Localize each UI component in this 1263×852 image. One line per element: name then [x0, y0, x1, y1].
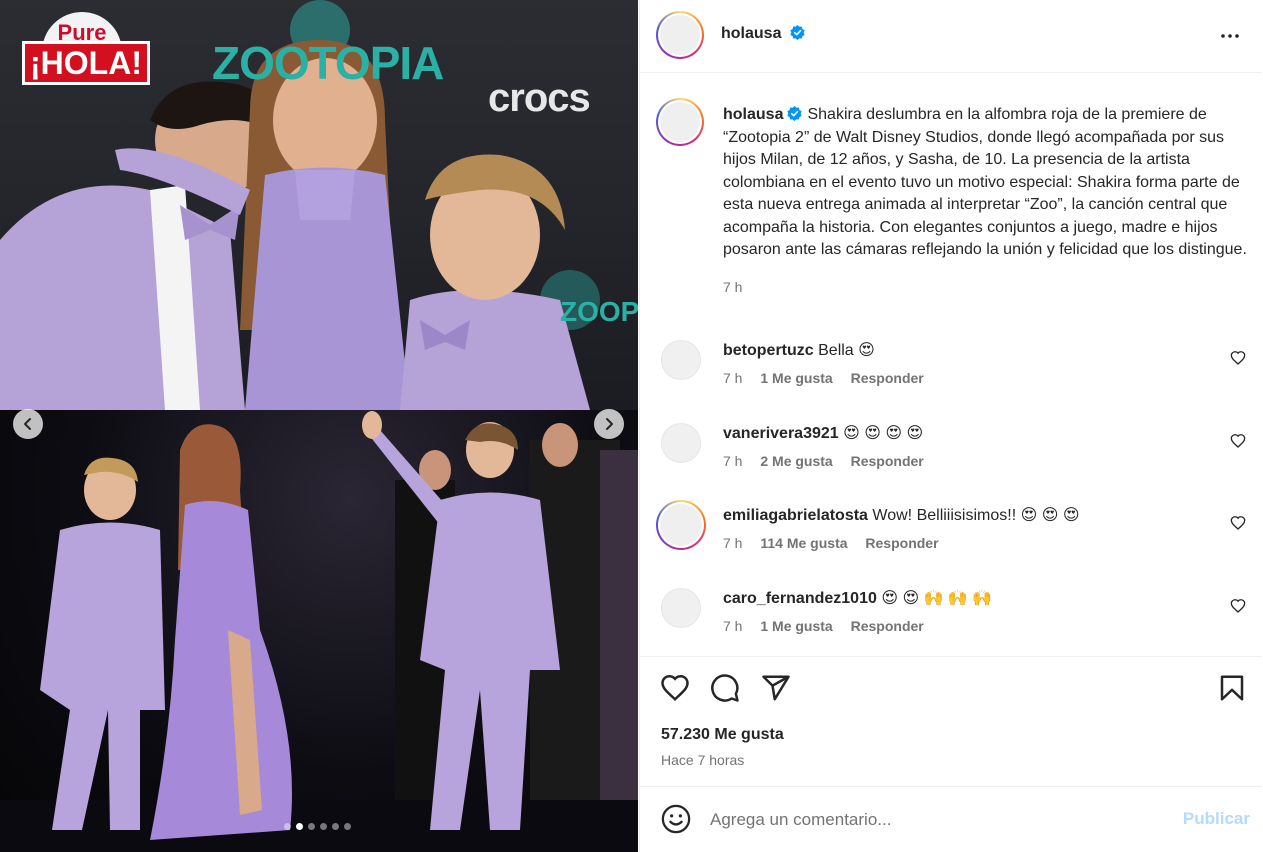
carousel-dot: [284, 823, 291, 830]
comment-text-line: emiliagabrielatosta Wow! Belliiisisimos!…: [723, 505, 1080, 525]
comment-meta: 7 h 1 Me gusta Responder: [723, 370, 924, 386]
comment-avatar[interactable]: [661, 340, 701, 380]
caption-time: 7 h: [723, 278, 743, 295]
carousel-next-button[interactable]: [594, 409, 624, 439]
comment-meta: 7 h 1 Me gusta Responder: [723, 618, 924, 634]
comment-text: Wow! Belliiisisimos!! 😍 😍 😍: [872, 507, 1080, 524]
publish-button[interactable]: Publicar: [1180, 809, 1250, 829]
post-sidebar: holausa holausa Shakira deslumbra en la …: [639, 0, 1263, 852]
reply-button[interactable]: Responder: [865, 535, 938, 551]
comment-item: vanerivera3921 😍 😍 😍 😍 7 h 2 Me gusta Re…: [640, 423, 1262, 483]
more-options-icon[interactable]: [1218, 24, 1242, 48]
comment-text-line: betopertuzc Bella 😍: [723, 340, 875, 360]
crocs-backdrop-text: crocs: [488, 76, 591, 120]
add-comment-bar: Publicar: [640, 786, 1262, 852]
stage-illustration: [0, 411, 638, 852]
caption-text: Shakira deslumbra en la alfombra roja de…: [723, 106, 1247, 258]
comment-avatar[interactable]: [661, 423, 701, 463]
comment-time: 7 h: [723, 370, 743, 386]
bookmark-icon[interactable]: [1217, 673, 1247, 703]
comment-item: emiliagabrielatosta Wow! Belliiisisimos!…: [640, 500, 1262, 565]
heart-icon[interactable]: [1230, 598, 1246, 614]
share-send-icon[interactable]: [761, 673, 791, 703]
carousel-dots: [284, 823, 351, 830]
caption-username[interactable]: holausa: [723, 106, 783, 123]
comment-time: 7 h: [723, 618, 743, 634]
comment-username[interactable]: caro_fernandez1010: [723, 590, 877, 607]
carousel-dot: [308, 823, 315, 830]
comment-item: caro_fernandez1010 😍 😍 🙌 🙌 🙌 7 h 1 Me gu…: [640, 588, 1262, 648]
comment-input[interactable]: [710, 803, 1150, 837]
post-media[interactable]: Pure ¡HOLA! ZOOTOPIA crocs ZOOPIA: [0, 0, 638, 852]
emoji-icon[interactable]: [661, 804, 691, 834]
carousel-prev-button[interactable]: [13, 409, 43, 439]
header-username[interactable]: holausa: [721, 25, 781, 42]
comment-meta: 7 h 114 Me gusta Responder: [723, 535, 939, 551]
hola-logo: Pure ¡HOLA!: [22, 8, 152, 86]
caption-meta: 7 h: [723, 276, 1248, 299]
heart-icon[interactable]: [1230, 350, 1246, 366]
comment-username[interactable]: vanerivera3921: [723, 425, 839, 442]
chevron-left-icon: [24, 418, 31, 430]
verified-badge-icon: [790, 25, 805, 40]
zootopia-backdrop-text: ZOOTOPIA: [212, 37, 444, 89]
chevron-right-icon: [606, 418, 613, 430]
header-avatar[interactable]: [656, 11, 704, 59]
comment-likes[interactable]: 114 Me gusta: [760, 535, 847, 551]
reply-button[interactable]: Responder: [851, 618, 924, 634]
post-caption: holausa Shakira deslumbra en la alfombra…: [723, 104, 1248, 298]
post-actions: 57.230 Me gusta Hace 7 horas: [640, 656, 1262, 786]
verified-badge-icon: [787, 106, 803, 121]
comment-meta: 7 h 2 Me gusta Responder: [723, 453, 924, 469]
comment-bubble-icon[interactable]: [710, 673, 740, 703]
comment-text-line: vanerivera3921 😍 😍 😍 😍: [723, 423, 923, 443]
heart-icon[interactable]: [1230, 433, 1246, 449]
header-user: holausa: [721, 25, 805, 43]
post-header: holausa: [640, 0, 1262, 73]
comment-text: 😍 😍 😍 😍: [843, 425, 924, 442]
comment-username[interactable]: emiliagabrielatosta: [723, 507, 868, 524]
comment-likes[interactable]: 1 Me gusta: [760, 370, 832, 386]
comment-time: 7 h: [723, 535, 743, 551]
carousel-dot: [296, 823, 303, 830]
heart-icon[interactable]: [1230, 515, 1246, 531]
carousel-dot: [344, 823, 351, 830]
comment-avatar[interactable]: [656, 500, 706, 550]
comment-likes[interactable]: 2 Me gusta: [760, 453, 832, 469]
like-heart-icon[interactable]: [660, 673, 690, 703]
comment-text: Bella 😍: [818, 342, 875, 359]
caption-avatar[interactable]: [656, 98, 704, 146]
comment-text-line: caro_fernandez1010 😍 😍 🙌 🙌 🙌: [723, 588, 992, 608]
zootopia-backdrop-text-small: ZOOPIA: [560, 296, 638, 327]
reply-button[interactable]: Responder: [851, 370, 924, 386]
comment-likes[interactable]: 1 Me gusta: [760, 618, 832, 634]
photo-stage: [0, 410, 638, 852]
reply-button[interactable]: Responder: [851, 453, 924, 469]
carousel-dot: [332, 823, 339, 830]
comment-avatar[interactable]: [661, 588, 701, 628]
hola-logo-main: ¡HOLA!: [22, 41, 150, 85]
post-time-ago: Hace 7 horas: [661, 752, 745, 768]
comments-scroll-area[interactable]: holausa Shakira deslumbra en la alfombra…: [640, 74, 1262, 656]
likes-count[interactable]: 57.230 Me gusta: [661, 726, 784, 744]
comment-username[interactable]: betopertuzc: [723, 342, 814, 359]
carousel-dot: [320, 823, 327, 830]
comment-item: betopertuzc Bella 😍 7 h 1 Me gusta Respo…: [640, 340, 1262, 400]
comment-time: 7 h: [723, 453, 743, 469]
comment-text: 😍 😍 🙌 🙌 🙌: [881, 590, 993, 607]
photo-red-carpet: Pure ¡HOLA! ZOOTOPIA crocs ZOOPIA: [0, 0, 638, 410]
